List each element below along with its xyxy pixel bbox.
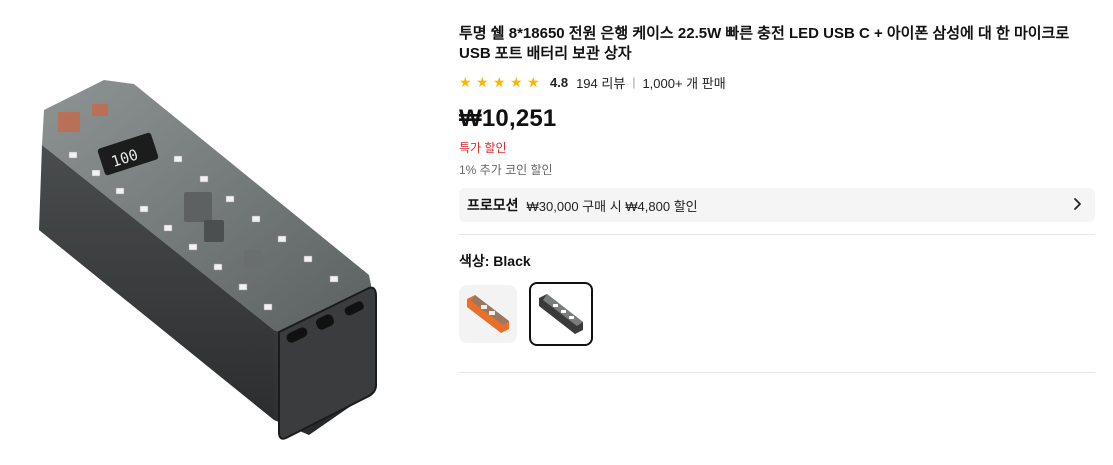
product-image: 100: [24, 60, 384, 450]
product-title: 투명 쉘 8*18650 전원 은행 케이스 22.5W 빠른 충전 LED U…: [459, 25, 1070, 62]
color-option-black[interactable]: [529, 282, 593, 346]
divider: [459, 234, 1095, 235]
star-icon: ★: [510, 74, 523, 90]
color-options: [459, 282, 1095, 346]
star-icon: ★: [459, 74, 472, 90]
color-label: 색상: Black: [459, 253, 531, 269]
color-option-orange[interactable]: [459, 285, 517, 343]
star-icon: ★: [527, 74, 540, 90]
chevron-right-icon: [1074, 198, 1081, 210]
rating-stars[interactable]: ★ ★ ★ ★ ★: [459, 75, 541, 89]
promotion-title: 프로모션: [467, 197, 519, 213]
sold-count: 1,000+ 개 판매: [642, 75, 726, 91]
promotion-bar[interactable]: 프로모션 ₩30,000 구매 시 ₩4,800 할인: [459, 188, 1095, 222]
star-icon: ★: [476, 74, 489, 90]
rating-value: 4.8: [550, 74, 569, 90]
coin-discount: 1% 추가 코인 할인: [459, 163, 553, 177]
sale-label: 특가 할인: [459, 141, 507, 155]
star-icon: ★: [493, 74, 506, 90]
promotion-text: ₩30,000 구매 시 ₩4,800 할인: [526, 198, 698, 214]
variant-thumbnail: [467, 295, 509, 333]
reviews-link[interactable]: 194 리뷰: [576, 73, 625, 92]
price: ₩10,251: [459, 105, 557, 132]
product-info: 투명 쉘 8*18650 전원 은행 케이스 22.5W 빠른 충전 LED U…: [459, 24, 1095, 373]
divider-bar: |: [632, 75, 636, 89]
variant-thumbnail: [539, 294, 583, 334]
rating-row: ★ ★ ★ ★ ★ 4.8 194 리뷰 | 1,000+ 개 판매: [459, 73, 1095, 91]
divider: [459, 372, 1095, 373]
